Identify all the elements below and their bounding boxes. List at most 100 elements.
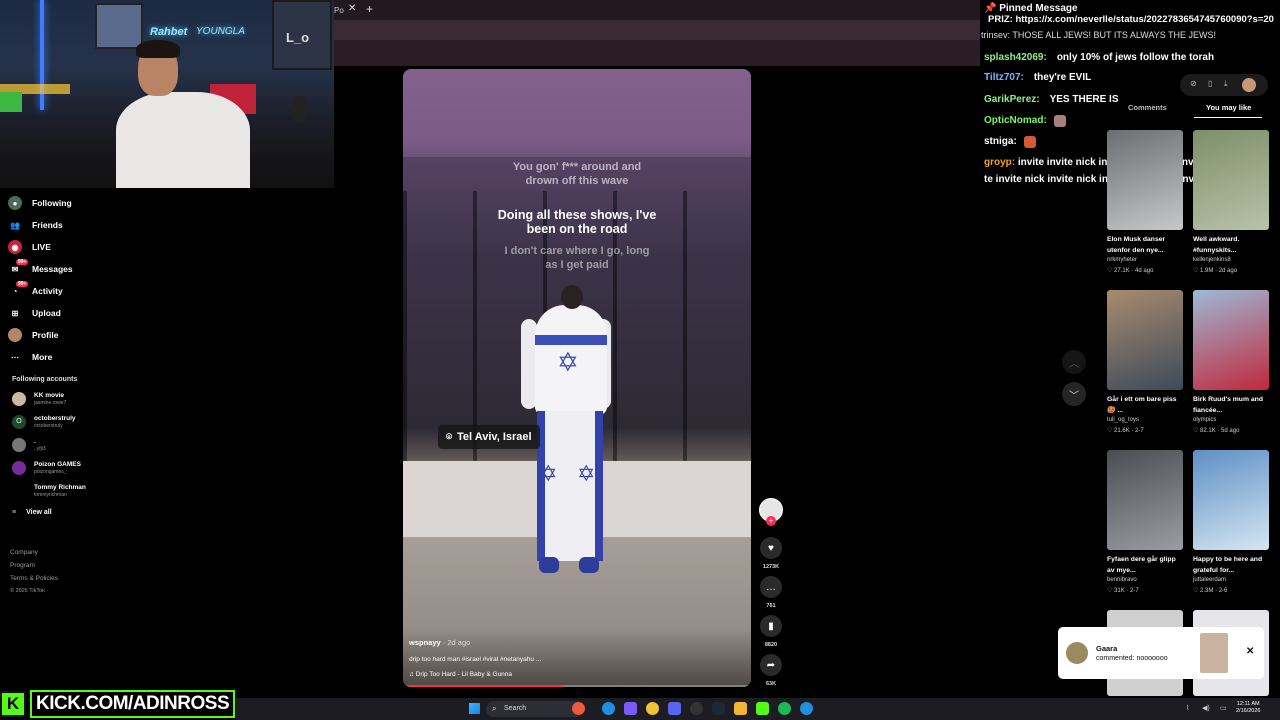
nav-label: Upload xyxy=(32,308,61,318)
video-thumbnail xyxy=(1107,290,1183,390)
browser-icon[interactable] xyxy=(800,702,813,715)
video-thumbnail xyxy=(1107,450,1183,550)
creator-avatar-button[interactable]: + xyxy=(758,498,784,526)
video-player[interactable]: You gon' f*** around and drown off this … xyxy=(403,69,751,687)
kick-icon[interactable] xyxy=(756,702,769,715)
heart-icon: ♥ xyxy=(760,537,782,559)
comment-button[interactable]: … 761 xyxy=(758,576,784,609)
new-tab-icon[interactable]: + xyxy=(366,2,373,16)
music-label[interactable]: ♫ Drip Too Hard - Lil Baby & Gunna xyxy=(409,671,512,678)
video-author[interactable]: wspnayy xyxy=(409,638,441,647)
card-title: Går i ett om bare piss🥵 ... xyxy=(1107,396,1177,414)
windows-start-icon[interactable] xyxy=(469,703,480,714)
chat-username: splash42069: xyxy=(981,51,1050,64)
sidebar: ● Following 👥 Friends ◉ LIVE ✉ 99+ Messages ◔… xyxy=(8,192,138,522)
video-card[interactable]: Birk Ruud's mum and fiancée... olympics ♡ … xyxy=(1193,290,1269,437)
video-age: · 2d ago xyxy=(442,638,471,647)
video-progress-bar[interactable] xyxy=(403,685,751,687)
chrome-icon[interactable] xyxy=(646,702,659,715)
clock[interactable]: 12:11 AM 2/16/2026 xyxy=(1236,701,1260,715)
share-button[interactable]: ➦ 63K xyxy=(758,654,784,687)
share-count: 63K xyxy=(765,681,777,687)
nav-friends[interactable]: 👥 Friends xyxy=(8,214,138,236)
volume-icon[interactable]: ◀) xyxy=(1202,704,1210,712)
account-item[interactable]: KK movie jasmine.rowe7 xyxy=(8,387,138,410)
live-icon: ◉ xyxy=(8,240,22,254)
nav-following[interactable]: ● Following xyxy=(8,192,138,214)
edge-icon[interactable] xyxy=(602,702,615,715)
account-name: KK movie xyxy=(34,391,64,399)
friends-icon: 👥 xyxy=(10,220,20,230)
nav-more[interactable]: ⋯ More xyxy=(8,346,138,368)
card-title: Elon Musk danser utenfor den nye... xyxy=(1107,236,1166,254)
chevron-down-icon: ﹀ xyxy=(1069,390,1079,402)
video-caption[interactable]: drip too hard man #israel #viral #netany… xyxy=(409,656,541,663)
tab-close-icon[interactable]: ✕ xyxy=(348,3,356,14)
save-count: 8820 xyxy=(764,642,778,648)
profile-avatar-icon xyxy=(8,328,22,342)
tab-you-may-like[interactable]: You may like xyxy=(1206,103,1251,112)
device-icon[interactable]: ▯ xyxy=(1208,79,1212,88)
nav-upload[interactable]: ⊞ Upload xyxy=(8,302,138,324)
card-stats: ♡ 21.6K · 2-7 xyxy=(1107,428,1144,434)
video-progress-fill xyxy=(403,685,564,687)
nav-label: Following xyxy=(32,198,72,208)
footer-link-company[interactable]: Company xyxy=(10,549,58,562)
steam-icon[interactable] xyxy=(712,702,725,715)
notification-name: Gaara xyxy=(1096,644,1118,653)
nav-messages[interactable]: ✉ 99+ Messages xyxy=(8,258,138,280)
network-icon[interactable]: ⌇ xyxy=(1186,704,1189,712)
windows-taskbar: ⌕ Search ⌇ ◀) ▭ 12:11 AM 2/16/2026 xyxy=(236,698,1280,720)
video-info: wspnayy · 2d ago drip too hard man #isra… xyxy=(403,629,751,687)
app-icon[interactable] xyxy=(624,702,637,715)
save-button[interactable]: ▮ 8820 xyxy=(758,615,784,648)
nav-live[interactable]: ◉ LIVE xyxy=(8,236,138,258)
footer-link-program[interactable]: Program xyxy=(10,562,58,575)
chat-message-partial: trinsev: THOSE ALL JEWS! BUT ITS ALWAYS … xyxy=(981,30,1241,40)
discord-icon[interactable] xyxy=(668,702,681,715)
user-avatar[interactable] xyxy=(1242,78,1256,92)
folder-icon[interactable] xyxy=(734,702,747,715)
app-icon[interactable] xyxy=(690,702,703,715)
lyric-line-current: Doing all these shows, I've been on the … xyxy=(497,208,657,236)
app-icon[interactable] xyxy=(572,702,585,715)
view-all-link[interactable]: ≡ View all xyxy=(12,502,138,522)
account-item[interactable]: . ..yfji3 xyxy=(8,433,138,456)
sky-tint xyxy=(403,69,751,157)
download-icon[interactable]: ⤓ xyxy=(1224,79,1228,89)
spotify-icon[interactable] xyxy=(778,702,791,715)
video-card[interactable]: Elon Musk danser utenfor den nye... nrkmy… xyxy=(1107,130,1183,277)
video-card[interactable]: Happy to be here and grateful for... jutt… xyxy=(1193,450,1269,597)
tab-comments[interactable]: Comments xyxy=(1128,103,1167,112)
video-card[interactable]: Går i ett om bare piss🥵 ... tull_og_toys ♡… xyxy=(1107,290,1183,437)
nav-activity[interactable]: ◔ 99+ Activity xyxy=(8,280,138,302)
account-item[interactable]: Ooctoberstruly octoberstruly xyxy=(8,410,138,433)
account-item[interactable]: Poizon GAMES poizongames_ xyxy=(8,456,138,479)
footer-link-terms[interactable]: Terms & Policies xyxy=(10,575,58,588)
like-button[interactable]: ♥ 1273K xyxy=(758,537,784,570)
close-icon[interactable]: ✕ xyxy=(1246,646,1254,657)
view-all-label: View all xyxy=(26,508,52,516)
follow-plus-icon[interactable]: + xyxy=(766,516,776,526)
account-item[interactable]: Tommy Richman tommyrichman xyxy=(8,479,138,502)
taskbar-search[interactable]: ⌕ Search xyxy=(486,701,584,717)
video-card[interactable]: Fyfaen dere går glipp av mye... bennibrav… xyxy=(1107,450,1183,597)
card-title: Fyfaen dere går glipp av mye... xyxy=(1107,556,1176,574)
pinned-title: Pinned Message xyxy=(999,3,1078,14)
nav-label: Profile xyxy=(32,330,59,340)
battery-icon[interactable]: ▭ xyxy=(1220,704,1227,712)
comment-count: 761 xyxy=(766,603,776,609)
nav-profile[interactable]: Profile xyxy=(8,324,138,346)
location-tag[interactable]: ⌾ Tel Aviv, Israel xyxy=(438,425,540,449)
next-video-button[interactable]: ﹀ xyxy=(1062,382,1086,406)
nav-label: Activity xyxy=(32,286,63,296)
previous-video-button[interactable]: ︿ xyxy=(1062,350,1086,374)
emote-icon xyxy=(1053,114,1066,127)
comment-notification[interactable]: Gaara commented: nooooooo ✕ xyxy=(1058,627,1264,679)
pinned-body: PRIZ: https://x.com/neverlle/status/2022… xyxy=(988,14,1274,25)
settings-icon[interactable]: ⊘ xyxy=(1190,79,1197,88)
card-author: juttaleerdam xyxy=(1193,577,1227,583)
video-card[interactable]: Well awkward. #funnyskits... kellenjenkin… xyxy=(1193,130,1269,277)
card-author: nrkmyheter xyxy=(1107,257,1138,263)
avatar xyxy=(1066,642,1088,664)
